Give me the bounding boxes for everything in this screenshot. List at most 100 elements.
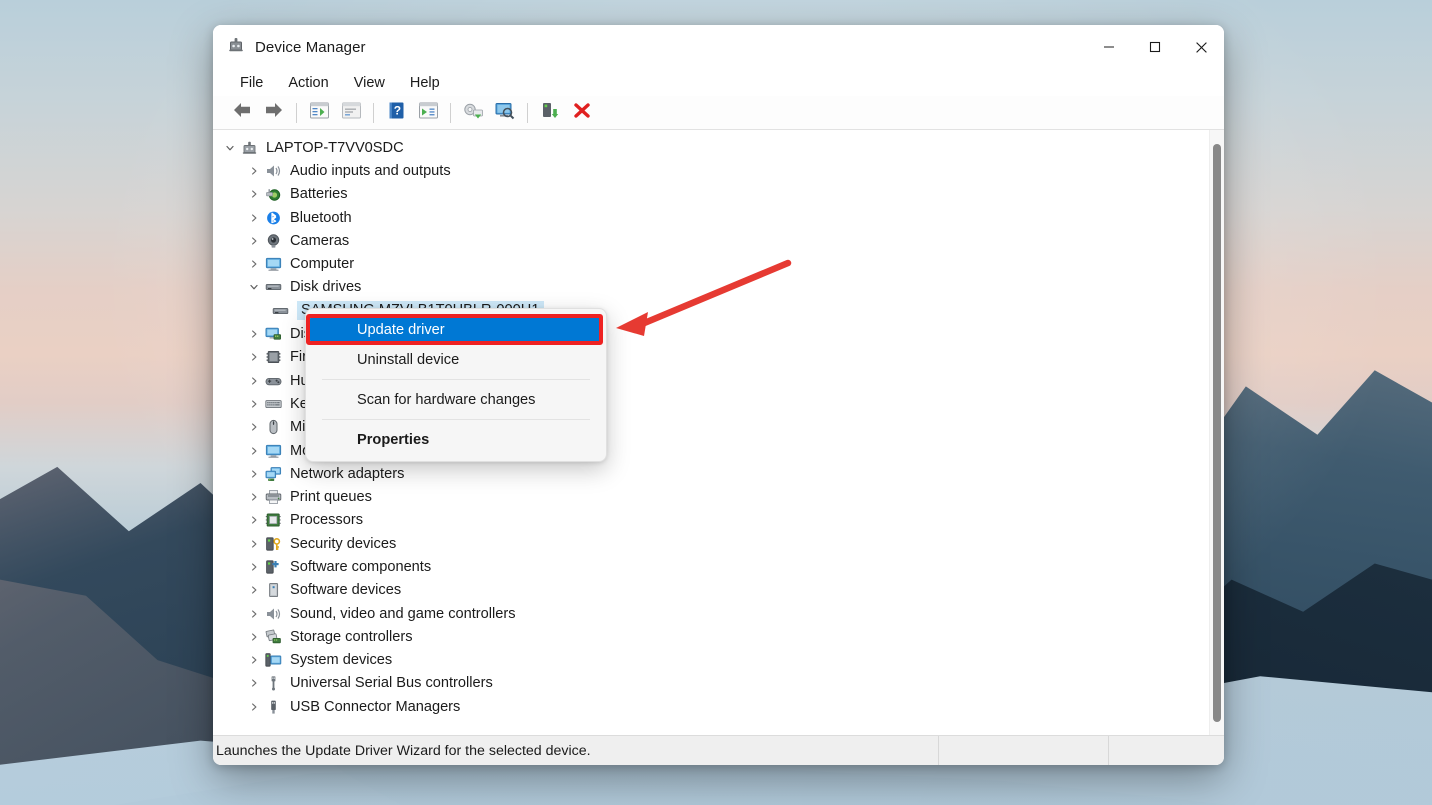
speaker-icon <box>262 605 284 623</box>
help-button[interactable]: ? <box>381 99 411 127</box>
tree-row-universal-serial-bus-controllers[interactable]: Universal Serial Bus controllers <box>213 672 1209 695</box>
tree-item-label: Security devices <box>290 536 396 552</box>
chevron-right-icon[interactable] <box>245 422 262 432</box>
context-menu-item-update-driver[interactable]: Update driver <box>310 315 602 344</box>
enable-device-button[interactable] <box>535 99 565 127</box>
svg-text:?: ? <box>393 103 400 117</box>
network-adapter-icon <box>262 465 284 483</box>
chevron-right-icon[interactable] <box>245 446 262 456</box>
console-tree-icon <box>309 101 330 125</box>
tree-row-usb-connector-managers[interactable]: USB Connector Managers <box>213 695 1209 718</box>
minimize-button[interactable] <box>1086 25 1132 69</box>
chevron-right-icon[interactable] <box>245 329 262 339</box>
tree-row-print-queues[interactable]: Print queues <box>213 485 1209 508</box>
security-key-icon <box>262 535 284 553</box>
context-menu-separator-1 <box>322 379 590 380</box>
tree-row-sound-video-and-game-controllers[interactable]: Sound, video and game controllers <box>213 602 1209 625</box>
tree-row-security-devices[interactable]: Security devices <box>213 532 1209 555</box>
chevron-right-icon[interactable] <box>245 562 262 572</box>
tree-row-storage-controllers[interactable]: Storage controllers <box>213 625 1209 648</box>
chevron-right-icon[interactable] <box>245 352 262 362</box>
scan-hardware-icon <box>494 101 516 125</box>
tree-row-batteries[interactable]: Batteries <box>213 183 1209 206</box>
chevron-right-icon[interactable] <box>245 376 262 386</box>
chevron-right-icon[interactable] <box>245 678 262 688</box>
tree-row-network-adapters[interactable]: Network adapters <box>213 462 1209 485</box>
chevron-right-icon[interactable] <box>245 609 262 619</box>
back-button[interactable] <box>227 99 257 127</box>
show-hide-console-tree-button[interactable] <box>304 99 334 127</box>
uninstall-device-button[interactable] <box>567 99 597 127</box>
context-menu-item-scan-for-hardware-changes[interactable]: Scan for hardware changes <box>310 385 602 414</box>
tree-item-label: Storage controllers <box>290 629 413 645</box>
tree-row-audio-inputs-and-outputs[interactable]: Audio inputs and outputs <box>213 159 1209 182</box>
chevron-right-icon[interactable] <box>245 655 262 665</box>
tree-item-label: Network adapters <box>290 466 404 482</box>
status-bar-panel-2 <box>938 736 1108 765</box>
device-manager-icon <box>227 36 245 59</box>
chevron-right-icon[interactable] <box>245 469 262 479</box>
chevron-right-icon[interactable] <box>245 702 262 712</box>
tree-row-bluetooth[interactable]: Bluetooth <box>213 206 1209 229</box>
maximize-button[interactable] <box>1132 25 1178 69</box>
battery-icon <box>262 185 284 203</box>
tree-item-label: Bluetooth <box>290 210 352 226</box>
tree-item-label: Software devices <box>290 582 401 598</box>
hid-gamepad-icon <box>262 372 284 390</box>
update-driver-button[interactable] <box>458 99 488 127</box>
tree-item-label: Disk drives <box>290 279 361 295</box>
keyboard-icon <box>262 395 284 413</box>
tree-item-label: Software components <box>290 559 431 575</box>
tree-root-label: LAPTOP-T7VV0SDC <box>266 140 404 156</box>
tree-row-computer[interactable]: Computer <box>213 252 1209 275</box>
chevron-right-icon[interactable] <box>245 236 262 246</box>
tree-row-root[interactable]: LAPTOP-T7VV0SDC <box>213 136 1209 159</box>
speaker-icon <box>262 162 284 180</box>
chevron-right-icon[interactable] <box>245 632 262 642</box>
tree-row-system-devices[interactable]: System devices <box>213 649 1209 672</box>
menu-help[interactable]: Help <box>399 72 451 94</box>
bluetooth-icon <box>262 209 284 227</box>
chevron-right-icon[interactable] <box>245 189 262 199</box>
title-bar[interactable]: Device Manager <box>213 25 1224 69</box>
system-device-icon <box>262 651 284 669</box>
software-component-icon <box>262 558 284 576</box>
close-button[interactable] <box>1178 25 1224 69</box>
menu-action[interactable]: Action <box>277 72 339 94</box>
menu-view[interactable]: View <box>343 72 396 94</box>
chevron-right-icon[interactable] <box>245 492 262 502</box>
vertical-scrollbar[interactable] <box>1209 130 1224 735</box>
storage-controller-icon <box>262 628 284 646</box>
context-menu-item-properties[interactable]: Properties <box>310 425 602 454</box>
tree-row-software-components[interactable]: Software components <box>213 555 1209 578</box>
window-title: Device Manager <box>255 39 366 56</box>
tree-item-label: Processors <box>290 512 363 528</box>
chevron-right-icon[interactable] <box>245 259 262 269</box>
tree-row-processors[interactable]: Processors <box>213 509 1209 532</box>
tree-item-label: Universal Serial Bus controllers <box>290 675 493 691</box>
enable-device-icon <box>540 101 560 125</box>
monitor-icon <box>262 442 284 460</box>
chevron-down-icon[interactable] <box>221 143 238 153</box>
chevron-down-icon[interactable] <box>245 282 262 292</box>
tree-row-software-devices[interactable]: Software devices <box>213 579 1209 602</box>
show-hide-action-pane-button[interactable] <box>413 99 443 127</box>
tree-item-label: Sound, video and game controllers <box>290 606 516 622</box>
context-menu-item-uninstall-device[interactable]: Uninstall device <box>310 345 602 374</box>
help-question-icon: ? <box>387 101 406 125</box>
chevron-right-icon[interactable] <box>245 399 262 409</box>
forward-button[interactable] <box>259 99 289 127</box>
chevron-right-icon[interactable] <box>245 539 262 549</box>
monitor-icon <box>262 255 284 273</box>
scan-for-hardware-changes-button[interactable] <box>490 99 520 127</box>
tree-item-label: System devices <box>290 652 392 668</box>
chevron-right-icon[interactable] <box>245 213 262 223</box>
properties-button[interactable] <box>336 99 366 127</box>
tree-row-cameras[interactable]: Cameras <box>213 229 1209 252</box>
tree-row-disk-drives[interactable]: Disk drives <box>213 276 1209 299</box>
scrollbar-thumb[interactable] <box>1213 144 1221 722</box>
menu-file[interactable]: File <box>229 72 274 94</box>
chevron-right-icon[interactable] <box>245 166 262 176</box>
chevron-right-icon[interactable] <box>245 585 262 595</box>
chevron-right-icon[interactable] <box>245 515 262 525</box>
